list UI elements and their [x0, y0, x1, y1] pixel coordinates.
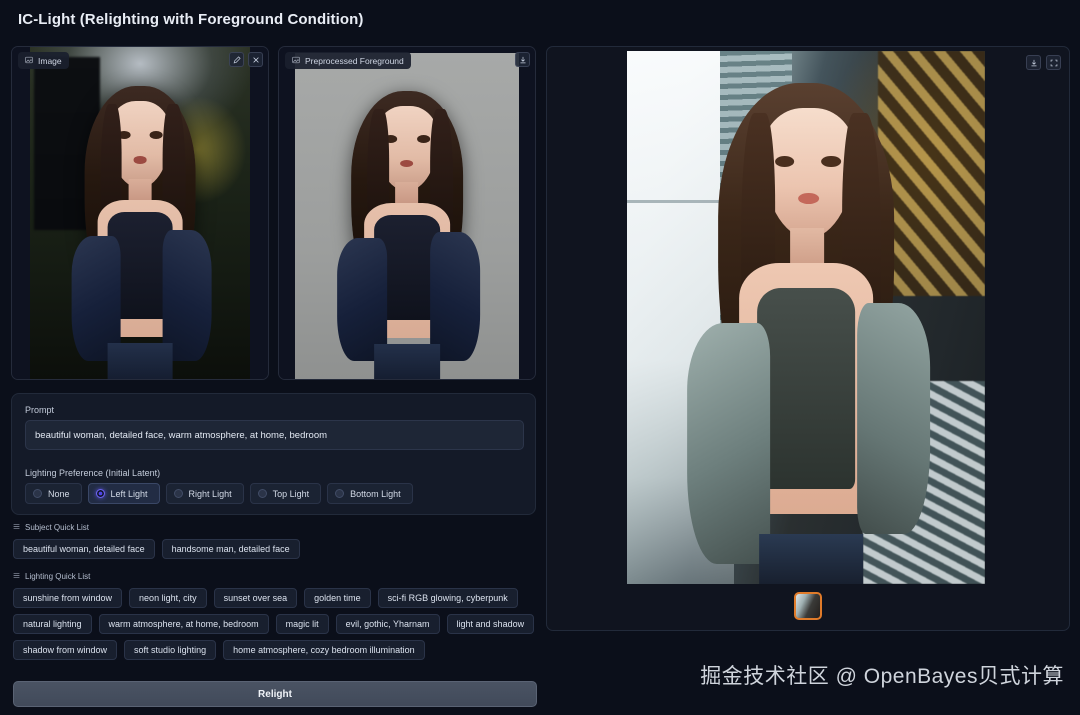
input-image-label-text: Image — [38, 55, 62, 66]
close-icon[interactable] — [248, 52, 263, 67]
edit-icon[interactable] — [229, 52, 244, 67]
output-subject-jeans — [759, 533, 863, 584]
radio-top-light-label: Top Light — [272, 488, 310, 499]
output-image[interactable] — [627, 51, 985, 584]
image-icon — [292, 56, 300, 66]
subject-quick-list: beautiful woman, detailed face handsome … — [13, 539, 537, 559]
radio-none[interactable]: None — [25, 483, 82, 504]
radio-right-light[interactable]: Right Light — [165, 483, 244, 504]
relight-button[interactable]: Relight — [13, 681, 537, 707]
foreground-tools — [515, 52, 530, 67]
subject-quick-list-heading: Subject Quick List — [13, 523, 89, 532]
subject-quick-list-heading-text: Subject Quick List — [25, 523, 90, 532]
output-panel — [546, 46, 1070, 631]
fg-subject-jeans — [373, 343, 441, 379]
foreground-image-stage — [279, 47, 535, 379]
lighting-quick-list-heading: Lighting Quick List — [13, 572, 90, 581]
lighting-chip[interactable]: warm atmosphere, at home, bedroom — [98, 614, 269, 634]
subject-chip[interactable]: beautiful woman, detailed face — [13, 539, 155, 559]
lighting-chip[interactable]: sci-fi RGB glowing, cyberpunk — [377, 588, 518, 608]
download-icon[interactable] — [1026, 55, 1041, 70]
radio-none-label: None — [48, 488, 70, 499]
foreground-photo-subject — [324, 86, 490, 379]
watermark: 掘金技术社区 @ OpenBayes贝式计算 — [700, 665, 1064, 688]
subject-jacket-right — [162, 229, 212, 362]
lighting-preference-radio-group: None Left Light Right Light Top Light Bo… — [25, 483, 413, 504]
lighting-chip[interactable]: sunset over sea — [213, 588, 298, 608]
foreground-label-chip: Preprocessed Foreground — [285, 52, 411, 69]
output-gallery — [547, 592, 1069, 620]
lighting-preference-label: Lighting Preference (Initial Latent) — [25, 468, 161, 478]
lighting-chip[interactable]: evil, gothic, Yharnam — [335, 614, 440, 634]
lighting-chip[interactable]: light and shadow — [446, 614, 535, 634]
page-title: IC-Light (Relighting with Foreground Con… — [18, 11, 364, 28]
fg-subject-jacket-right — [430, 232, 480, 362]
lighting-chip[interactable]: golden time — [304, 588, 371, 608]
left-column: Image Preprocessed Foreground Prompt bea… — [11, 46, 537, 707]
subject-jeans — [107, 343, 173, 379]
output-subject-eye-left — [775, 155, 795, 167]
subject-chip[interactable]: handsome man, detailed face — [161, 539, 300, 559]
output-subject-shirt-left — [687, 323, 770, 564]
image-icon — [25, 56, 33, 66]
output-subject-shirt-right — [857, 303, 930, 534]
radio-dot-icon — [33, 489, 42, 498]
input-photo — [30, 47, 250, 379]
input-photo-subject — [59, 80, 222, 379]
output-panel-tools — [1026, 55, 1061, 70]
output-subject — [677, 82, 935, 584]
input-image-tools — [229, 52, 263, 67]
radio-left-light[interactable]: Left Light — [87, 483, 160, 504]
output-subject-tank-top — [757, 288, 855, 489]
input-image-label-chip: Image — [18, 52, 69, 69]
radio-left-light-label: Left Light — [110, 488, 148, 499]
list-icon — [13, 572, 20, 581]
radio-dot-icon — [257, 489, 267, 498]
lighting-chip[interactable]: neon light, city — [129, 588, 207, 608]
lighting-chip[interactable]: sunshine from window — [13, 588, 123, 608]
lighting-chip[interactable]: shadow from window — [13, 640, 118, 660]
radio-right-light-label: Right Light — [188, 488, 232, 499]
output-subject-eye-right — [821, 155, 841, 167]
subject-eye-right — [149, 130, 163, 139]
radio-top-light[interactable]: Top Light — [249, 483, 322, 504]
image-inputs-row: Image Preprocessed Foreground — [11, 46, 536, 386]
input-image-panel[interactable]: Image — [11, 46, 269, 380]
prompt-label: Prompt — [25, 405, 55, 415]
download-icon[interactable] — [515, 52, 530, 67]
lighting-chip[interactable]: soft studio lighting — [124, 640, 217, 660]
foreground-label-text: Preprocessed Foreground — [305, 55, 404, 66]
preprocessed-foreground-panel[interactable]: Preprocessed Foreground — [278, 46, 536, 380]
lighting-chip[interactable]: magic lit — [275, 614, 329, 634]
fg-subject-eye-right — [416, 135, 431, 144]
radio-dot-icon — [173, 489, 183, 498]
radio-bottom-light-label: Bottom Light — [350, 488, 401, 499]
radio-dot-icon — [335, 489, 345, 498]
lighting-quick-list-heading-text: Lighting Quick List — [25, 572, 91, 581]
result-thumbnail-1[interactable] — [794, 592, 822, 620]
ic-light-app: IC-Light (Relighting with Foreground Con… — [0, 0, 1080, 715]
foreground-photo — [295, 53, 519, 379]
radio-dot-icon — [95, 489, 105, 498]
settings-card: Prompt Lighting Preference (Initial Late… — [11, 393, 536, 515]
lighting-quick-list: sunshine from window neon light, city su… — [13, 588, 537, 660]
radio-bottom-light[interactable]: Bottom Light — [327, 483, 413, 504]
input-image-stage — [12, 47, 268, 379]
list-icon — [13, 523, 20, 532]
fullscreen-icon[interactable] — [1046, 55, 1061, 70]
prompt-input[interactable] — [25, 420, 524, 450]
lighting-chip[interactable]: home atmosphere, cozy bedroom illuminati… — [223, 640, 425, 660]
lighting-chip[interactable]: natural lighting — [13, 614, 92, 634]
